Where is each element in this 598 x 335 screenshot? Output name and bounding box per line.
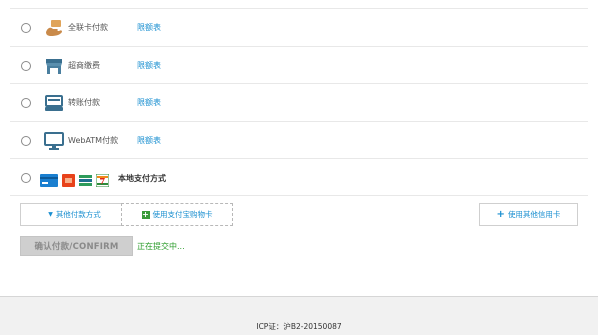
footer: ICP证：沪B2-20150087 <box>0 296 598 335</box>
payment-method-row[interactable]: 全联卡付款 限额表 <box>10 8 588 46</box>
payment-method-label: WebATM付款 <box>68 135 119 145</box>
plus-icon: + <box>496 209 505 220</box>
payment-method-label: 全联卡付款 <box>68 23 108 32</box>
payment-method-label: 转账付款 <box>68 98 100 107</box>
icp-license: ICP证：沪B2-20150087 <box>256 322 342 331</box>
payment-radio[interactable] <box>21 23 31 33</box>
payment-method-row[interactable]: 超商缴费 限额表 <box>10 45 588 84</box>
limit-table-link[interactable]: 限额表 <box>137 97 161 108</box>
payment-method-row[interactable]: WebATM付款 限额表 <box>10 120 588 159</box>
bank-icon <box>79 174 92 187</box>
hand-card-icon <box>43 18 65 38</box>
gift-card-button[interactable]: + 使用支付宝购物卡 <box>121 203 233 226</box>
local-payment-row[interactable]: 本地支付方式 <box>10 158 588 196</box>
other-payment-methods-label: 其他付款方式 <box>55 210 101 219</box>
payment-method-list: 全联卡付款 限额表 超商缴费 限额表 转账付款 限额表 WebATM付款 限额表… <box>10 8 588 196</box>
confirm-payment-button[interactable]: 确认付款/CONFIRM <box>20 236 133 256</box>
payment-radio[interactable] <box>21 98 31 108</box>
payment-method-row[interactable]: 转账付款 限额表 <box>10 83 588 121</box>
limit-table-link[interactable]: 限额表 <box>137 60 161 71</box>
other-payment-methods-button[interactable]: ▼ 其他付款方式 <box>20 203 129 226</box>
payment-radio[interactable] <box>21 173 31 183</box>
monitor-icon <box>43 131 65 151</box>
limit-table-link[interactable]: 限额表 <box>137 135 161 146</box>
seven-eleven-icon <box>95 173 110 187</box>
local-payment-label: 本地支付方式 <box>118 174 166 183</box>
transfer-icon <box>43 93 65 113</box>
submitting-status: 正在提交中... <box>137 242 185 251</box>
plus-box-icon: + <box>141 209 150 219</box>
gift-card-label: 使用支付宝购物卡 <box>152 210 213 219</box>
store-icon <box>43 56 65 76</box>
payment-radio[interactable] <box>21 135 31 146</box>
other-credit-card-label: 使用其他信用卡 <box>507 210 561 219</box>
other-credit-card-button[interactable]: + 使用其他信用卡 <box>479 203 578 226</box>
payment-method-label: 超商缴费 <box>68 60 100 70</box>
payment-radio[interactable] <box>21 60 31 71</box>
triangle-down-icon: ▼ <box>48 211 53 218</box>
limit-table-link[interactable]: 限额表 <box>137 22 161 33</box>
wallet-icon <box>62 173 75 187</box>
local-payment-logos <box>40 173 113 187</box>
card-icon <box>40 173 58 187</box>
payment-page: 全联卡付款 限额表 超商缴费 限额表 转账付款 限额表 WebATM付款 限额表… <box>0 0 598 335</box>
